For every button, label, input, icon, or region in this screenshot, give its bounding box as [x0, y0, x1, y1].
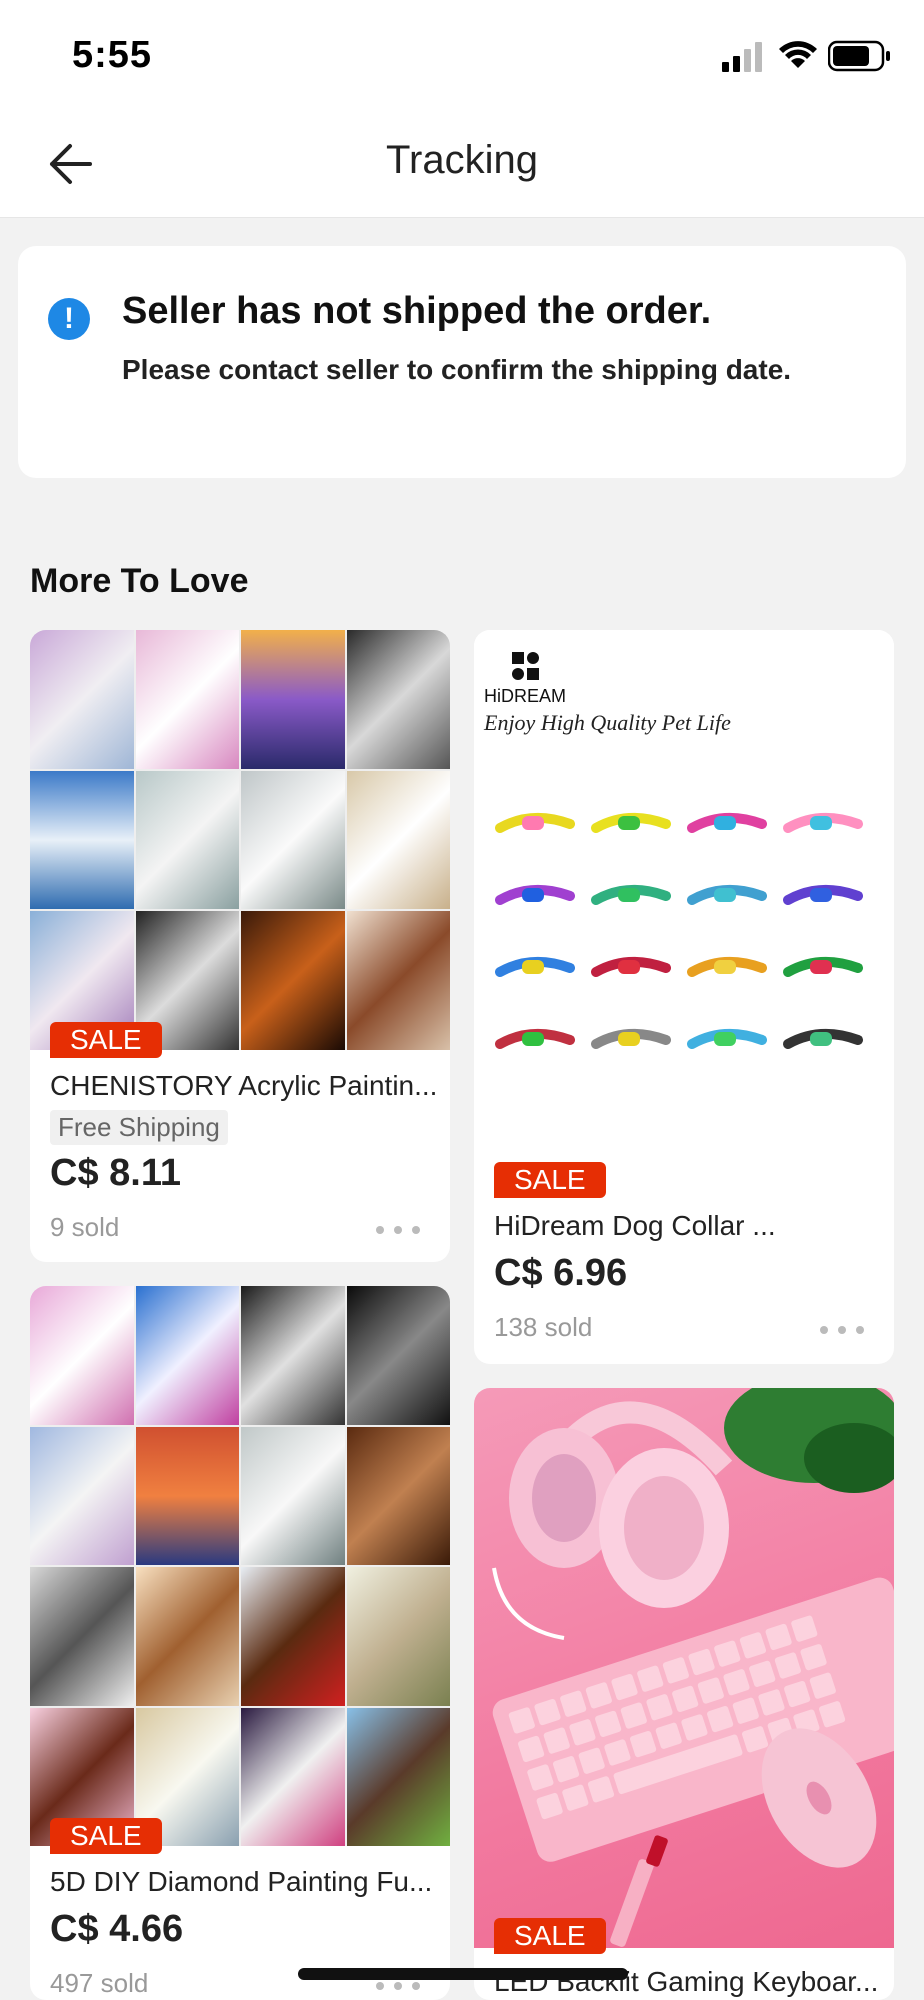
sold-count: 9 sold	[50, 1212, 120, 1242]
product-price: C$ 6.96	[494, 1252, 628, 1294]
sold-count: 497 sold	[50, 1968, 149, 1998]
sale-badge: SALE	[494, 1162, 606, 1198]
product-title: 5D DIY Diamond Painting Fu...	[50, 1866, 433, 1897]
product-card[interactable]: SALE 5D DIY Diamond Painting Fu... C$ 4.…	[30, 1286, 450, 2000]
sale-badge: SALE	[494, 1918, 606, 1954]
product-image	[30, 1286, 450, 1846]
info-icon: !	[48, 298, 90, 340]
hidream-logo-icon	[512, 652, 539, 680]
product-price: C$ 8.11	[50, 1152, 181, 1194]
product-card[interactable]: SALE CHENISTORY Acrylic Paintin... Free …	[30, 630, 450, 1262]
more-options-icon[interactable]	[820, 1324, 864, 1336]
status-bar: 5:55	[0, 0, 924, 110]
brand-name: HiDREAM	[484, 686, 567, 706]
product-card[interactable]: HiDREAM Enjoy High Quality Pet Life SALE…	[474, 630, 894, 1364]
pink-keyboard-headset-image	[492, 1388, 894, 1947]
product-image	[30, 630, 450, 1050]
wifi-icon	[779, 41, 817, 68]
product-image: HiDREAM Enjoy High Quality Pet Life	[474, 630, 894, 1150]
dog-collars-image	[495, 812, 863, 1049]
free-shipping-tag: Free Shipping	[50, 1110, 228, 1145]
section-title: More To Love	[30, 562, 249, 600]
more-options-icon[interactable]	[376, 1980, 420, 1992]
nav-bar: Tracking	[0, 110, 924, 218]
signal-icon	[722, 42, 762, 72]
sale-badge: SALE	[50, 1818, 162, 1854]
home-indicator	[298, 1968, 628, 1980]
product-title: CHENISTORY Acrylic Paintin...	[50, 1070, 438, 1101]
status-time: 5:55	[72, 34, 153, 76]
page-title: Tracking	[386, 138, 538, 182]
product-title: HiDream Dog Collar ...	[494, 1210, 776, 1241]
sold-count: 138 sold	[494, 1312, 593, 1342]
product-price: C$ 4.66	[50, 1908, 184, 1950]
shipping-notice-card: ! Seller has not shipped the order. Plea…	[18, 246, 906, 478]
product-card[interactable]: SALE LED Backlit Gaming Keyboar...	[474, 1388, 894, 2000]
notice-title: Seller has not shipped the order.	[122, 290, 712, 332]
more-options-icon[interactable]	[376, 1224, 420, 1236]
brand-tagline: Enjoy High Quality Pet Life	[484, 710, 731, 735]
sale-badge: SALE	[50, 1022, 162, 1058]
product-image	[474, 1388, 894, 1948]
notice-text: Please contact seller to confirm the shi…	[122, 354, 792, 385]
battery-icon	[828, 40, 890, 72]
